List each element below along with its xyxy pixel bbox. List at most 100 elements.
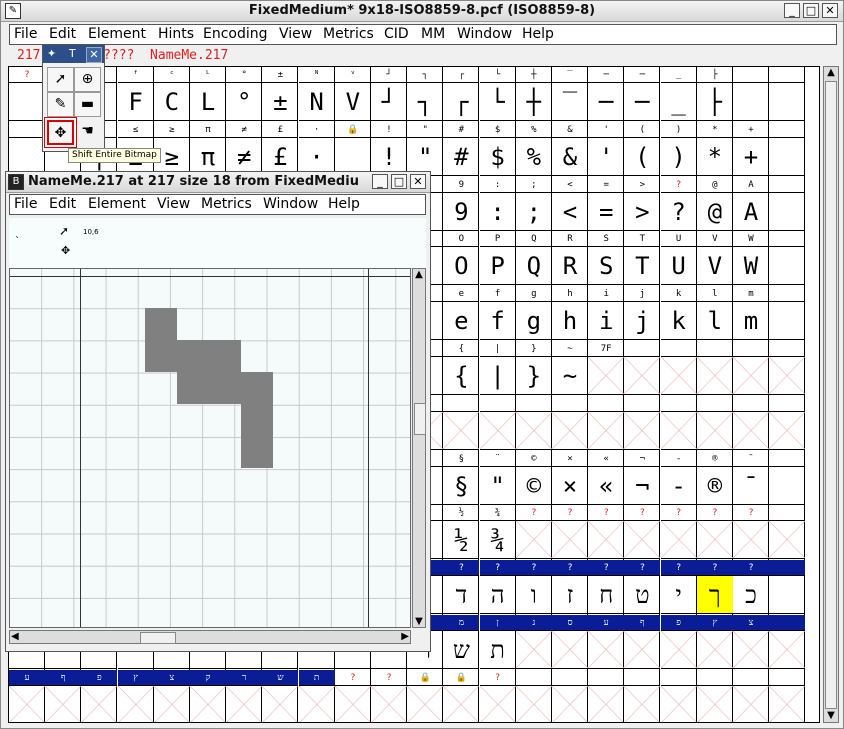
glyph-cell[interactable]	[479, 395, 516, 451]
glyph-cell[interactable]: @ @	[696, 176, 733, 232]
glyph-cell[interactable]	[769, 615, 806, 670]
glyph-cell[interactable]: © ©	[515, 450, 552, 506]
glyph-cell[interactable]: SS	[588, 231, 625, 287]
glyph-cell[interactable]: ס	[552, 615, 588, 670]
glyph-cell[interactable]: ::	[479, 176, 516, 232]
glyph-cell[interactable]: ת	[298, 669, 335, 722]
glyph-cell[interactable]: OO	[443, 231, 480, 287]
glyph-cell[interactable]	[769, 669, 806, 722]
menu-encoding[interactable]: Encoding	[203, 26, 268, 42]
bitmap-edit-canvas[interactable]	[9, 268, 411, 628]
glyph-cell[interactable]: 99	[443, 176, 480, 232]
glyph-cell[interactable]: {{	[443, 341, 480, 396]
bitmap-app-icon[interactable]: B	[8, 174, 24, 190]
glyph-cell[interactable]: ?	[371, 669, 407, 722]
glyph-cell[interactable]: !!	[371, 121, 407, 177]
glyph-cell[interactable]: ?	[9, 67, 45, 122]
bitmap-menu-file[interactable]: File	[14, 196, 37, 212]
glyph-cell[interactable]: ש	[262, 669, 299, 722]
glyph-cell[interactable]: ii	[588, 286, 625, 341]
glyph-cell[interactable]: }}	[515, 341, 552, 396]
glyph-cell[interactable]: ע	[588, 615, 625, 670]
pixel[interactable]	[177, 372, 209, 404]
glyph-cell[interactable]: ¨ "	[479, 450, 516, 506]
glyph-cell[interactable]: ??	[660, 176, 697, 232]
glyph-cell[interactable]	[769, 395, 806, 451]
glyph-cell[interactable]: ┐ ┐	[407, 67, 444, 122]
bitmap-maximize-button[interactable]: □	[391, 174, 407, 189]
glyph-cell[interactable]: ll	[696, 286, 733, 341]
glyph-cell[interactable]: ' '	[588, 121, 625, 177]
menu-element[interactable]: Element	[88, 26, 146, 42]
bitmap-minimize-button[interactable]: _	[372, 174, 388, 189]
bitmap-close-button[interactable]: ✕	[410, 174, 426, 189]
glyph-cell[interactable]	[443, 395, 480, 451]
bitmap-vertical-scrollbar[interactable]: ▲ ▼	[412, 268, 426, 628]
pixel[interactable]	[145, 340, 177, 372]
menu-hints[interactable]: Hints	[158, 26, 194, 42]
glyph-cell[interactable]: kk	[660, 286, 697, 341]
glyph-cell[interactable]	[696, 341, 733, 396]
scroll-up-arrow-icon[interactable]: ▲	[824, 67, 838, 79]
glyph-cell[interactable]	[769, 286, 806, 341]
menu-help[interactable]: Help	[522, 26, 554, 42]
glyph-cell[interactable]: 7F	[588, 341, 625, 396]
glyph-cell[interactable]: ? י	[660, 560, 697, 615]
glyph-cell[interactable]: ᴺN	[298, 67, 335, 122]
glyph-cell[interactable]: RR	[552, 231, 588, 287]
glyph-cell[interactable]: ? כ	[733, 560, 769, 615]
glyph-cell[interactable]: · ·	[298, 121, 335, 177]
glyph-cell[interactable]: QQ	[515, 231, 552, 287]
glyph-cell[interactable]: ° °	[226, 67, 263, 122]
glyph-cell[interactable]: ᶜC	[153, 67, 190, 122]
glyph-cell[interactable]: 🔒	[334, 121, 371, 177]
glyph-cell[interactable]: --	[660, 450, 697, 506]
glyph-cell[interactable]: ?	[624, 505, 661, 561]
glyph-cell[interactable]: ┼ ┼	[515, 67, 552, 122]
glyph-cell[interactable]: צ	[733, 615, 769, 670]
glyph-cell[interactable]	[624, 395, 661, 451]
glyph-cell[interactable]: ?	[479, 669, 516, 722]
glyph-cell[interactable]: $ $	[479, 121, 516, 177]
glyph-cell[interactable]	[9, 121, 45, 177]
bitmap-menu-element[interactable]: Element	[88, 196, 146, 212]
glyph-cell[interactable]	[624, 341, 661, 396]
glyph-cell[interactable]	[552, 395, 588, 451]
magnify-tool-icon[interactable]: ⊕	[74, 67, 101, 92]
glyph-cell[interactable]: ר	[226, 669, 263, 722]
shift-bitmap-tool-icon[interactable]: ✥	[47, 120, 74, 145]
menu-file[interactable]: File	[14, 26, 37, 42]
glyph-cell[interactable]: ─ ─	[588, 67, 625, 122]
glyph-cell[interactable]: ? ה	[479, 560, 516, 615]
glyph-cell[interactable]	[769, 341, 806, 396]
glyph-cell[interactable]	[769, 505, 806, 561]
glyph-cell[interactable]	[733, 67, 769, 122]
glyph-cell[interactable]	[660, 669, 697, 722]
glyph-cell[interactable]: ᴸL	[190, 67, 226, 122]
menu-window[interactable]: Window	[457, 26, 512, 42]
glyph-cell[interactable]: ק	[190, 669, 226, 722]
glyph-cell[interactable]: ½½	[443, 505, 480, 561]
glyph-cell[interactable]: PP	[479, 231, 516, 287]
bitmap-menu-metrics[interactable]: Metrics	[201, 196, 252, 212]
glyph-cell[interactable]: %%	[515, 121, 552, 177]
glyph-cell[interactable]	[769, 176, 806, 232]
pixel[interactable]	[241, 372, 273, 404]
glyph-cell[interactable]: hh	[552, 286, 588, 341]
glyph-cell[interactable]: £ £	[262, 121, 299, 177]
glyph-cell[interactable]: ;;	[515, 176, 552, 232]
glyph-cell[interactable]: ff	[479, 286, 516, 341]
glyph-cell[interactable]: ף	[624, 615, 661, 670]
glyph-cell[interactable]: פ	[81, 669, 118, 722]
glyph-cell[interactable]: < <	[552, 176, 588, 232]
glyph-cell[interactable]	[624, 669, 661, 722]
pixel[interactable]	[209, 340, 241, 372]
glyph-cell[interactable]: ᶠF	[117, 67, 154, 122]
menu-mm[interactable]: MM	[421, 26, 445, 42]
glyph-cell[interactable]: ? ך	[696, 560, 733, 615]
glyph-cell[interactable]: ?	[660, 505, 697, 561]
glyph-cell[interactable]: ┌ ┌	[443, 67, 480, 122]
glyph-cell[interactable]: ¬ ¬	[624, 450, 661, 506]
glyph-cell[interactable]: ««	[588, 450, 625, 506]
glyph-cell[interactable]: ?	[588, 505, 625, 561]
